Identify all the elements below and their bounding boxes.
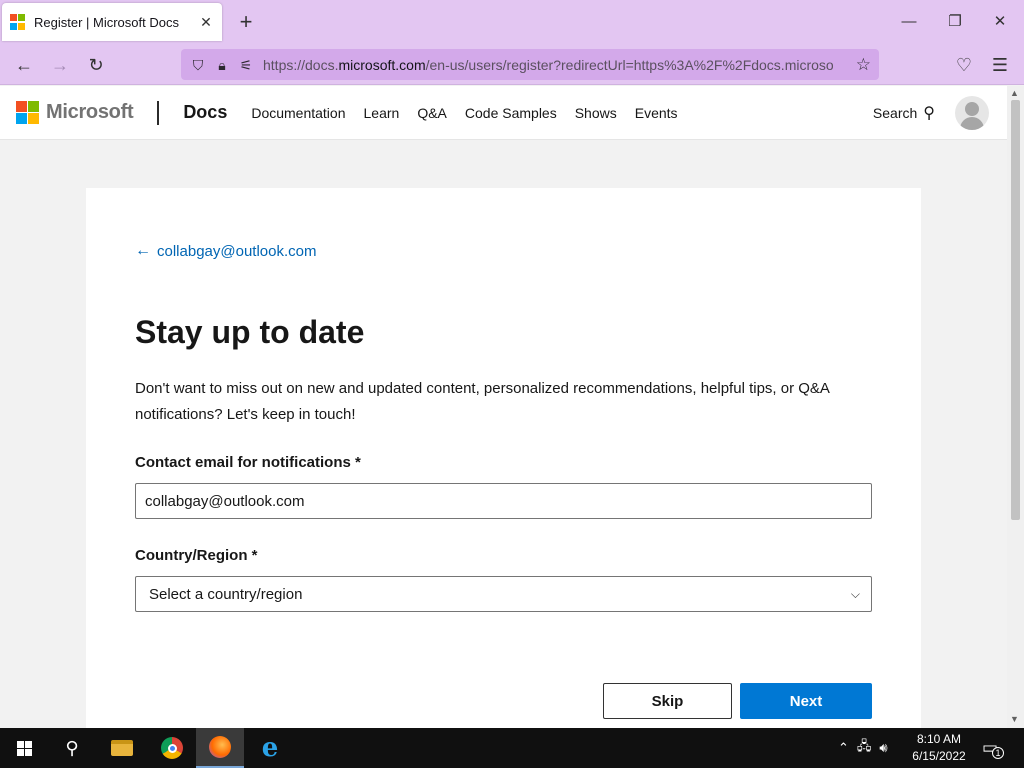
menu-icon[interactable]: ☰ xyxy=(987,52,1013,78)
back-to-account-link[interactable]: ← collabgay@outlook.com xyxy=(135,242,316,260)
nav-shows[interactable]: Shows xyxy=(575,105,617,121)
close-tab-icon[interactable]: ✕ xyxy=(198,14,214,31)
permissions-icon[interactable]: ⚟ xyxy=(235,54,257,76)
pocket-icon[interactable]: ♡ xyxy=(951,52,977,78)
search-icon: ⚲ xyxy=(923,104,935,122)
chevron-up-icon[interactable]: ⌃ xyxy=(838,740,849,756)
browser-tab[interactable]: Register | Microsoft Docs ✕ xyxy=(2,3,222,41)
network-icon[interactable]: 🖧︎ xyxy=(857,737,872,759)
system-clock[interactable]: 8:10 AM 6/15/2022 xyxy=(908,731,970,765)
firefox-icon[interactable] xyxy=(196,728,244,768)
back-icon[interactable]: ← xyxy=(11,52,37,78)
microsoft-logo[interactable]: Microsoft xyxy=(16,101,134,124)
email-field[interactable]: collabgay@outlook.com xyxy=(135,483,872,519)
scroll-up-icon[interactable]: ▲ xyxy=(1010,88,1019,98)
page-viewport: Microsoft Docs Documentation Learn Q&A C… xyxy=(0,86,1007,728)
bookmark-star-icon[interactable]: ☆ xyxy=(856,55,871,75)
clock-date: 6/15/2022 xyxy=(912,749,966,763)
email-field-value: collabgay@outlook.com xyxy=(145,492,305,510)
scrollbar-thumb[interactable] xyxy=(1011,100,1020,520)
lock-icon[interactable]: 🔒︎ xyxy=(211,54,233,76)
window-close-icon[interactable]: ✕ xyxy=(985,10,1015,34)
notification-count: 1 xyxy=(992,747,1005,759)
back-email: collabgay@outlook.com xyxy=(157,242,317,260)
site-header: Microsoft Docs Documentation Learn Q&A C… xyxy=(0,86,1007,140)
browser-navbar: ← → ↻ ⛉ 🔒︎ ⚟ https://docs.microsoft.com/… xyxy=(0,44,1024,85)
notifications-button[interactable]: ▭ 1 xyxy=(982,728,1005,768)
file-explorer-icon[interactable] xyxy=(98,728,146,768)
start-button[interactable] xyxy=(0,728,48,768)
shield-icon[interactable]: ⛉ xyxy=(187,54,209,76)
microsoft-logo-icon xyxy=(16,101,39,124)
avatar[interactable] xyxy=(955,95,989,130)
search-button[interactable]: Search ⚲ xyxy=(873,103,935,123)
header-divider xyxy=(157,100,160,125)
volume-icon[interactable]: 🔊︎ xyxy=(879,740,887,756)
page-scrollbar[interactable]: ▲ ▼ xyxy=(1007,86,1024,728)
tab-title: Register | Microsoft Docs xyxy=(34,14,179,30)
nav-qa[interactable]: Q&A xyxy=(417,105,447,121)
tray-icons: ⌃ 🖧︎ 🔊︎ xyxy=(838,728,888,768)
internet-explorer-icon[interactable]: e xyxy=(246,728,294,768)
nav-documentation[interactable]: Documentation xyxy=(251,105,345,121)
register-card: ← collabgay@outlook.com Stay up to date … xyxy=(86,188,921,728)
chrome-icon[interactable] xyxy=(148,728,196,768)
page-description: Don't want to miss out on new and update… xyxy=(135,380,830,423)
reload-icon[interactable]: ↻ xyxy=(83,52,109,78)
country-label: Country/Region * xyxy=(135,547,258,564)
country-select-value: Select a country/region xyxy=(149,585,303,603)
skip-button[interactable]: Skip xyxy=(603,683,732,719)
next-button[interactable]: Next xyxy=(740,683,872,719)
brand-name: Microsoft xyxy=(46,101,134,123)
new-tab-icon[interactable]: + xyxy=(234,10,258,34)
restore-icon[interactable]: ❐ xyxy=(940,10,970,34)
chevron-down-icon: ⌵ xyxy=(850,586,860,601)
nav-learn[interactable]: Learn xyxy=(364,105,400,121)
url-text[interactable]: https://docs.microsoft.com/en-us/users/r… xyxy=(263,57,833,73)
email-label: Contact email for notifications * xyxy=(135,454,361,471)
forward-icon[interactable]: → xyxy=(47,52,73,78)
scroll-down-icon[interactable]: ▼ xyxy=(1010,714,1019,724)
nav-code-samples[interactable]: Code Samples xyxy=(465,105,557,121)
country-select[interactable]: Select a country/region ⌵ xyxy=(135,576,872,612)
browser-tabstrip: Register | Microsoft Docs ✕ + — ❐ ✕ xyxy=(0,0,1024,44)
page-title: Stay up to date xyxy=(135,314,365,350)
search-label: Search xyxy=(872,104,918,121)
windows-logo-icon xyxy=(16,740,32,756)
nav-events[interactable]: Events xyxy=(635,105,678,121)
docs-link[interactable]: Docs xyxy=(183,102,227,123)
minimize-icon[interactable]: — xyxy=(894,10,924,34)
microsoft-favicon-icon xyxy=(10,14,26,30)
clock-time: 8:10 AM xyxy=(916,732,962,746)
address-bar[interactable]: ⛉ 🔒︎ ⚟ https://docs.microsoft.com/en-us/… xyxy=(181,49,879,80)
arrow-left-icon: ← xyxy=(135,242,151,259)
search-taskbar-icon[interactable]: ⚲ xyxy=(48,728,96,768)
windows-taskbar: ⚲ e ⌃ 🖧︎ 🔊︎ 8:10 AM 6/15/2022 ▭ 1 xyxy=(0,728,1024,768)
